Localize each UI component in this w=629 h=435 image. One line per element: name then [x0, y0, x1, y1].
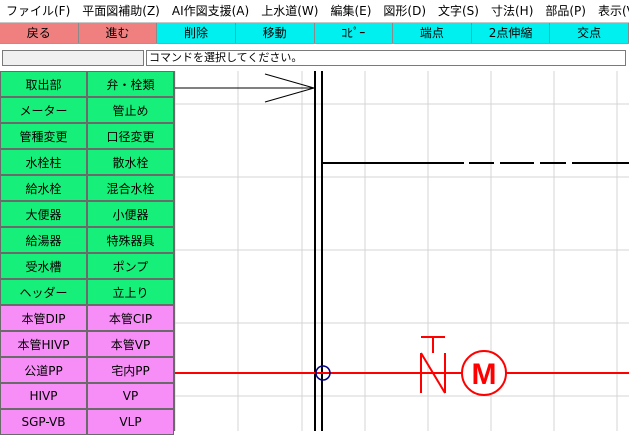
palette-button-vp[interactable]: VP [87, 383, 174, 409]
palette-button-receiving-tank[interactable]: 受水槽 [0, 253, 87, 279]
menu-ai-assist[interactable]: AI作図支援(A) [166, 0, 255, 22]
intersection-button[interactable]: 交点 [550, 23, 629, 43]
palette-button-sprinkler-tap[interactable]: 散水栓 [87, 149, 174, 175]
palette-button-urinal[interactable]: 小便器 [87, 201, 174, 227]
menu-water-supply[interactable]: 上水道(W) [255, 0, 324, 22]
palette-button-private-pp[interactable]: 宅内PP [87, 357, 174, 383]
palette-button-hivp[interactable]: HIVP [0, 383, 87, 409]
wall-line [314, 71, 323, 431]
palette-button-main-dip[interactable]: 本管DIP [0, 305, 87, 331]
delete-button[interactable]: 削除 [157, 23, 236, 43]
palette-button-water-heater[interactable]: 給湯器 [0, 227, 87, 253]
menu-shape[interactable]: 図形(D) [377, 0, 432, 22]
palette-button-riser[interactable]: 立上り [87, 279, 174, 305]
move-button[interactable]: 移動 [235, 23, 315, 43]
palette-button-main-cip[interactable]: 本管CIP [87, 305, 174, 331]
menu-dimension[interactable]: 寸法(H) [485, 0, 539, 22]
palette-button-main-hivp[interactable]: 本管HIVP [0, 331, 87, 357]
menu-bar: ファイル(F) 平面図補助(Z) AI作図支援(A) 上水道(W) 編集(E) … [0, 0, 629, 22]
palette-button-toilet[interactable]: 大便器 [0, 201, 87, 227]
palette-button-diameter-change[interactable]: 口径変更 [87, 123, 174, 149]
status-field [2, 50, 144, 66]
valve-symbol[interactable] [420, 336, 446, 394]
copy-button[interactable]: ｺﾋﾟｰ [314, 23, 394, 43]
palette-button-main-vp[interactable]: 本管VP [87, 331, 174, 357]
palette-button-pipe-type-change[interactable]: 管種変更 [0, 123, 87, 149]
meter-symbol[interactable]: M [461, 350, 507, 396]
palette-button-sgp-vb[interactable]: SGP-VB [0, 409, 87, 435]
menu-parts[interactable]: 部品(P) [539, 0, 592, 22]
menu-text[interactable]: 文字(S) [432, 0, 485, 22]
endpoint-button[interactable]: 端点 [393, 23, 472, 43]
palette-button-pump[interactable]: ポンプ [87, 253, 174, 279]
undo-button[interactable]: 戻る [0, 23, 79, 43]
palette-button-tap-off[interactable]: 取出部 [0, 71, 87, 97]
palette-button-faucet-post[interactable]: 水栓柱 [0, 149, 87, 175]
palette-button-meter[interactable]: メーター [0, 97, 87, 123]
grid-lines [175, 71, 629, 431]
palette-button-special-fixture[interactable]: 特殊器具 [87, 227, 174, 253]
palette-button-public-road-pp[interactable]: 公道PP [0, 357, 87, 383]
palette-button-mixing-tap[interactable]: 混合水栓 [87, 175, 174, 201]
arrowhead-lower [264, 87, 315, 103]
drawing-svg[interactable]: M [175, 71, 629, 431]
menu-plan-assist[interactable]: 平面図補助(Z) [76, 0, 166, 22]
menu-view[interactable]: 表示(V) [592, 0, 629, 22]
drawing-canvas[interactable]: M [174, 71, 629, 431]
status-row: コマンドを選択してください。 [0, 48, 629, 68]
palette-button-supply-tap[interactable]: 給水栓 [0, 175, 87, 201]
menu-file[interactable]: ファイル(F) [0, 0, 76, 22]
arrowhead-upper [264, 73, 315, 89]
parts-palette: 取出部 弁・栓類 メーター 管止め 管種変更 口径変更 水栓柱 散水栓 給水栓 … [0, 71, 174, 435]
palette-button-header[interactable]: ヘッダー [0, 279, 87, 305]
palette-button-valves[interactable]: 弁・栓類 [87, 71, 174, 97]
meter-label: M [472, 358, 497, 391]
palette-button-vlp[interactable]: VLP [87, 409, 174, 435]
menu-edit[interactable]: 編集(E) [324, 0, 377, 22]
command-prompt: コマンドを選択してください。 [146, 50, 626, 66]
two-point-stretch-button[interactable]: 2点伸縮 [471, 23, 551, 43]
palette-button-pipe-stop[interactable]: 管止め [87, 97, 174, 123]
redo-button[interactable]: 進む [78, 23, 158, 43]
command-toolbar: 戻る 進む 削除 移動 ｺﾋﾟｰ 端点 2点伸縮 交点 [0, 22, 629, 44]
leader-arrow [175, 73, 315, 103]
